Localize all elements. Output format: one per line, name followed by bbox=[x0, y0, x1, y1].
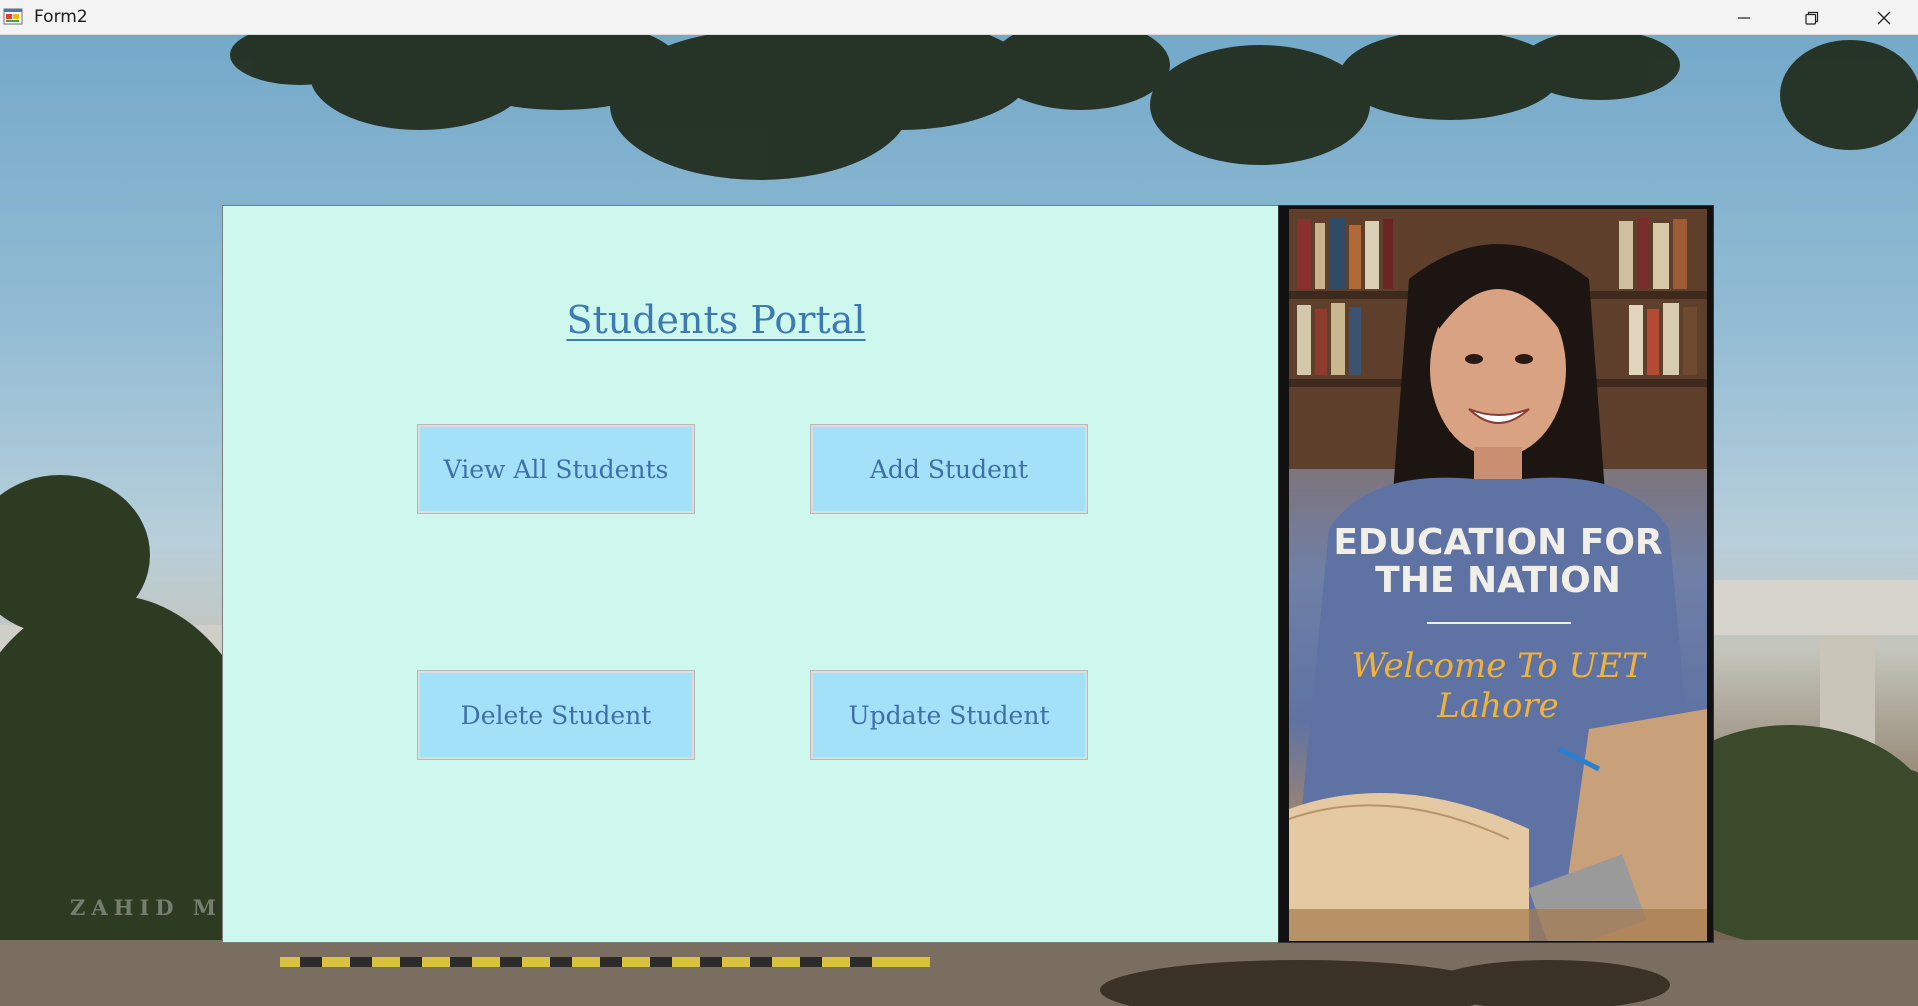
add-student-button[interactable]: Add Student bbox=[811, 425, 1087, 513]
poster-image: EDUCATION FOR THE NATION Welcome To UET … bbox=[1278, 205, 1714, 943]
students-portal-panel: Students Portal View All Students Add St… bbox=[222, 205, 1280, 943]
poster-welcome-text: Welcome To UET Lahore bbox=[1351, 646, 1645, 726]
poster-headline: EDUCATION FOR THE NATION bbox=[1333, 522, 1663, 601]
update-student-button[interactable]: Update Student bbox=[811, 671, 1087, 759]
watermark-text: ZAHID M bbox=[70, 895, 223, 920]
restore-icon bbox=[1805, 11, 1819, 25]
poster-divider bbox=[1427, 622, 1571, 624]
restore-button[interactable] bbox=[1778, 0, 1846, 35]
page-title: Students Portal bbox=[566, 298, 866, 342]
minimize-button[interactable] bbox=[1710, 0, 1778, 35]
minimize-icon bbox=[1738, 16, 1750, 19]
close-icon bbox=[1877, 11, 1891, 24]
window-title: Form2 bbox=[34, 7, 88, 27]
close-button[interactable] bbox=[1850, 0, 1918, 35]
app-window: Form2 ZAHID M Students Portal View All S… bbox=[0, 0, 1918, 1006]
delete-student-button[interactable]: Delete Student bbox=[418, 671, 694, 759]
poster-photo: EDUCATION FOR THE NATION Welcome To UET … bbox=[1289, 209, 1707, 941]
app-icon bbox=[3, 8, 23, 25]
view-all-students-button[interactable]: View All Students bbox=[418, 425, 694, 513]
title-bar[interactable]: Form2 bbox=[0, 0, 1918, 35]
